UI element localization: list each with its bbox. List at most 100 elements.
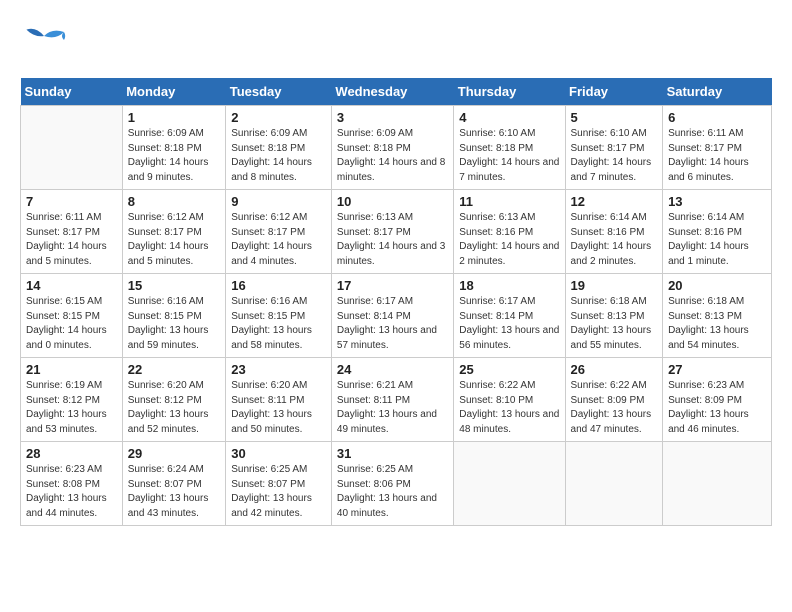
logo	[20, 20, 74, 68]
calendar-cell: 10Sunrise: 6:13 AM Sunset: 8:17 PM Dayli…	[331, 190, 453, 274]
header-day-sunday: Sunday	[21, 78, 123, 106]
calendar-cell: 6 Sunrise: 6:11 AM Sunset: 8:17 PM Daylig…	[663, 106, 772, 190]
calendar-header: SundayMondayTuesdayWednesdayThursdayFrid…	[21, 78, 772, 106]
day-number: 9	[231, 194, 326, 209]
day-info: Sunrise: 6:09 AM Sunset: 8:18 PM Dayligh…	[337, 127, 448, 185]
day-number: 7	[26, 194, 117, 209]
day-number: 31	[337, 446, 448, 461]
day-info: Sunrise: 6:15 AM Sunset: 8:15 PM Dayligh…	[26, 295, 117, 353]
calendar-cell: 25 Sunrise: 6:22 AM Sunset: 8:10 PM Dayli…	[454, 358, 565, 442]
day-info: Sunrise: 6:12 AM Sunset: 8:17 PM Dayligh…	[231, 211, 326, 269]
day-number: 8	[128, 194, 221, 209]
day-number: 4	[459, 110, 559, 125]
day-number: 25	[459, 362, 559, 377]
day-number: 1	[128, 110, 221, 125]
day-number: 19	[571, 278, 658, 293]
calendar-cell	[454, 442, 565, 526]
header-day-thursday: Thursday	[454, 78, 565, 106]
calendar-cell	[21, 106, 123, 190]
calendar-cell: 8 Sunrise: 6:12 AM Sunset: 8:17 PM Daylig…	[122, 190, 226, 274]
day-info: Sunrise: 6:20 AM Sunset: 8:12 PM Dayligh…	[128, 379, 221, 437]
day-info: Sunrise: 6:10 AM Sunset: 8:18 PM Dayligh…	[459, 127, 559, 185]
calendar-cell: 12 Sunrise: 6:14 AM Sunset: 8:16 PM Dayli…	[565, 190, 663, 274]
day-number: 2	[231, 110, 326, 125]
calendar-cell	[565, 442, 663, 526]
day-info: Sunrise: 6:16 AM Sunset: 8:15 PM Dayligh…	[128, 295, 221, 353]
calendar-cell: 11 Sunrise: 6:13 AM Sunset: 8:16 PM Dayli…	[454, 190, 565, 274]
day-number: 21	[26, 362, 117, 377]
day-number: 27	[668, 362, 766, 377]
header-day-tuesday: Tuesday	[226, 78, 332, 106]
calendar-table: SundayMondayTuesdayWednesdayThursdayFrid…	[20, 78, 772, 526]
calendar-cell: 26 Sunrise: 6:22 AM Sunset: 8:09 PM Dayli…	[565, 358, 663, 442]
day-info: Sunrise: 6:22 AM Sunset: 8:10 PM Dayligh…	[459, 379, 559, 437]
day-info: Sunrise: 6:12 AM Sunset: 8:17 PM Dayligh…	[128, 211, 221, 269]
day-number: 16	[231, 278, 326, 293]
header-day-saturday: Saturday	[663, 78, 772, 106]
day-info: Sunrise: 6:16 AM Sunset: 8:15 PM Dayligh…	[231, 295, 326, 353]
day-number: 12	[571, 194, 658, 209]
day-number: 22	[128, 362, 221, 377]
calendar-cell: 5 Sunrise: 6:10 AM Sunset: 8:17 PM Daylig…	[565, 106, 663, 190]
calendar-body: 1 Sunrise: 6:09 AM Sunset: 8:18 PM Daylig…	[21, 106, 772, 526]
logo-icon	[20, 20, 68, 68]
calendar-cell: 31 Sunrise: 6:25 AM Sunset: 8:06 PM Dayli…	[331, 442, 453, 526]
day-info: Sunrise: 6:09 AM Sunset: 8:18 PM Dayligh…	[128, 127, 221, 185]
day-number: 10	[337, 194, 448, 209]
calendar-cell: 19 Sunrise: 6:18 AM Sunset: 8:13 PM Dayli…	[565, 274, 663, 358]
day-info: Sunrise: 6:18 AM Sunset: 8:13 PM Dayligh…	[571, 295, 658, 353]
calendar-cell: 27 Sunrise: 6:23 AM Sunset: 8:09 PM Dayli…	[663, 358, 772, 442]
day-info: Sunrise: 6:10 AM Sunset: 8:17 PM Dayligh…	[571, 127, 658, 185]
calendar-cell: 4 Sunrise: 6:10 AM Sunset: 8:18 PM Daylig…	[454, 106, 565, 190]
day-info: Sunrise: 6:09 AM Sunset: 8:18 PM Dayligh…	[231, 127, 326, 185]
day-info: Sunrise: 6:23 AM Sunset: 8:08 PM Dayligh…	[26, 463, 117, 521]
day-info: Sunrise: 6:11 AM Sunset: 8:17 PM Dayligh…	[668, 127, 766, 185]
calendar-cell: 30Sunrise: 6:25 AM Sunset: 8:07 PM Dayli…	[226, 442, 332, 526]
week-row-4: 21 Sunrise: 6:19 AM Sunset: 8:12 PM Dayli…	[21, 358, 772, 442]
day-info: Sunrise: 6:17 AM Sunset: 8:14 PM Dayligh…	[337, 295, 448, 353]
calendar-cell: 18Sunrise: 6:17 AM Sunset: 8:14 PM Dayli…	[454, 274, 565, 358]
day-info: Sunrise: 6:11 AM Sunset: 8:17 PM Dayligh…	[26, 211, 117, 269]
calendar-cell: 14 Sunrise: 6:15 AM Sunset: 8:15 PM Dayli…	[21, 274, 123, 358]
day-number: 24	[337, 362, 448, 377]
week-row-5: 28 Sunrise: 6:23 AM Sunset: 8:08 PM Dayli…	[21, 442, 772, 526]
day-info: Sunrise: 6:14 AM Sunset: 8:16 PM Dayligh…	[668, 211, 766, 269]
day-number: 28	[26, 446, 117, 461]
day-info: Sunrise: 6:19 AM Sunset: 8:12 PM Dayligh…	[26, 379, 117, 437]
day-number: 11	[459, 194, 559, 209]
day-info: Sunrise: 6:22 AM Sunset: 8:09 PM Dayligh…	[571, 379, 658, 437]
calendar-cell: 23Sunrise: 6:20 AM Sunset: 8:11 PM Dayli…	[226, 358, 332, 442]
week-row-3: 14 Sunrise: 6:15 AM Sunset: 8:15 PM Dayli…	[21, 274, 772, 358]
day-info: Sunrise: 6:23 AM Sunset: 8:09 PM Dayligh…	[668, 379, 766, 437]
day-number: 30	[231, 446, 326, 461]
calendar-cell: 20 Sunrise: 6:18 AM Sunset: 8:13 PM Dayli…	[663, 274, 772, 358]
day-info: Sunrise: 6:25 AM Sunset: 8:06 PM Dayligh…	[337, 463, 448, 521]
day-info: Sunrise: 6:14 AM Sunset: 8:16 PM Dayligh…	[571, 211, 658, 269]
day-number: 13	[668, 194, 766, 209]
day-info: Sunrise: 6:13 AM Sunset: 8:16 PM Dayligh…	[459, 211, 559, 269]
day-number: 26	[571, 362, 658, 377]
calendar-cell: 29Sunrise: 6:24 AM Sunset: 8:07 PM Dayli…	[122, 442, 226, 526]
day-info: Sunrise: 6:24 AM Sunset: 8:07 PM Dayligh…	[128, 463, 221, 521]
week-row-2: 7 Sunrise: 6:11 AM Sunset: 8:17 PM Daylig…	[21, 190, 772, 274]
day-number: 3	[337, 110, 448, 125]
day-number: 6	[668, 110, 766, 125]
calendar-cell: 9 Sunrise: 6:12 AM Sunset: 8:17 PM Daylig…	[226, 190, 332, 274]
calendar-cell: 22 Sunrise: 6:20 AM Sunset: 8:12 PM Dayli…	[122, 358, 226, 442]
day-info: Sunrise: 6:17 AM Sunset: 8:14 PM Dayligh…	[459, 295, 559, 353]
calendar-cell: 3 Sunrise: 6:09 AM Sunset: 8:18 PM Daylig…	[331, 106, 453, 190]
day-number: 17	[337, 278, 448, 293]
calendar-cell	[663, 442, 772, 526]
calendar-cell: 7 Sunrise: 6:11 AM Sunset: 8:17 PM Daylig…	[21, 190, 123, 274]
calendar-cell: 21 Sunrise: 6:19 AM Sunset: 8:12 PM Dayli…	[21, 358, 123, 442]
day-number: 15	[128, 278, 221, 293]
page-header	[20, 20, 772, 68]
calendar-cell: 16 Sunrise: 6:16 AM Sunset: 8:15 PM Dayli…	[226, 274, 332, 358]
day-number: 14	[26, 278, 117, 293]
calendar-cell: 28 Sunrise: 6:23 AM Sunset: 8:08 PM Dayli…	[21, 442, 123, 526]
calendar-cell: 17 Sunrise: 6:17 AM Sunset: 8:14 PM Dayli…	[331, 274, 453, 358]
day-number: 5	[571, 110, 658, 125]
calendar-cell: 24Sunrise: 6:21 AM Sunset: 8:11 PM Dayli…	[331, 358, 453, 442]
day-number: 20	[668, 278, 766, 293]
day-info: Sunrise: 6:18 AM Sunset: 8:13 PM Dayligh…	[668, 295, 766, 353]
